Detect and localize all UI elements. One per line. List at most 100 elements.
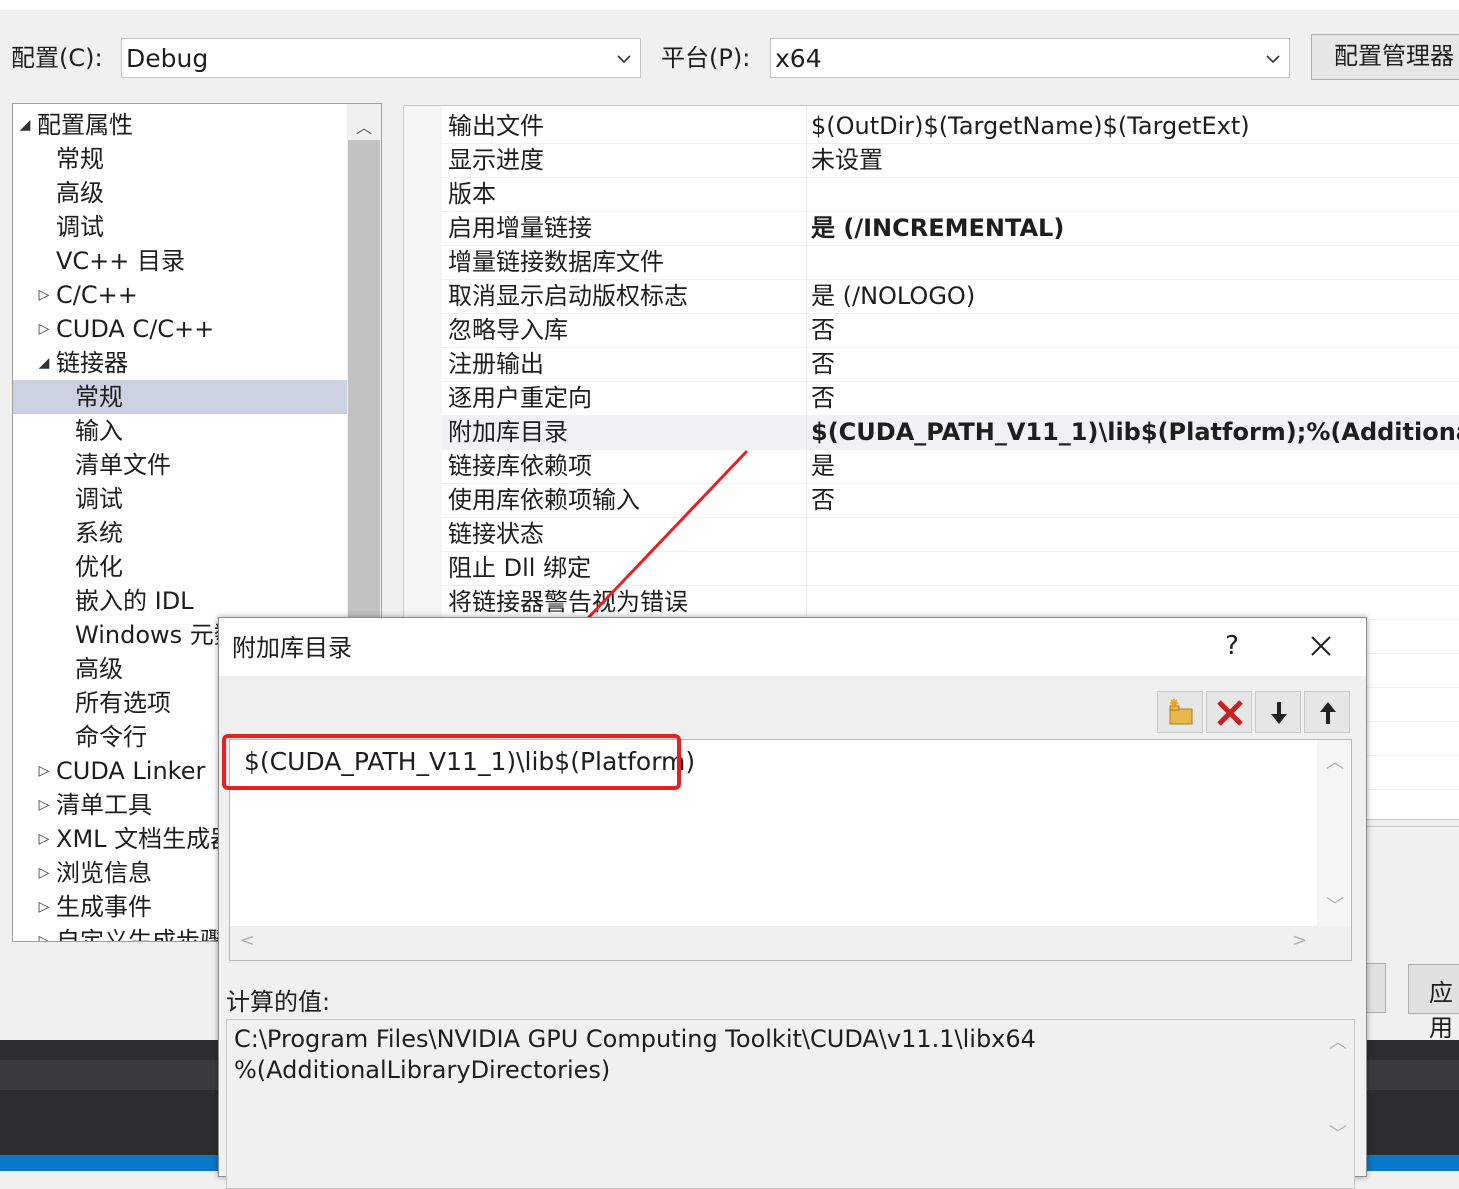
delete-button[interactable]: [1206, 691, 1252, 733]
property-name: 附加库目录: [448, 418, 568, 446]
tree-item[interactable]: ▷ CUDA C/C++: [13, 312, 347, 346]
tree-item[interactable]: 常规: [13, 142, 347, 176]
scroll-left-icon[interactable]: <: [240, 930, 255, 951]
tree-item-label: 浏览信息: [56, 859, 152, 887]
delete-icon: [1217, 700, 1243, 726]
tree-item[interactable]: 优化: [13, 550, 347, 584]
tree-item-label: 链接器: [56, 349, 128, 377]
tree-item[interactable]: 系统: [13, 516, 347, 550]
new-line-button[interactable]: [1157, 691, 1203, 733]
expanded-arrow-icon[interactable]: ◢: [37, 346, 51, 380]
apply-label: 应用: [1429, 979, 1453, 1042]
tree-item[interactable]: 高级: [13, 176, 347, 210]
scroll-down-icon[interactable]: ﹀: [1326, 892, 1344, 918]
property-name: 将链接器警告视为错误: [448, 588, 688, 616]
arrow-down-icon: [1271, 702, 1287, 724]
expanded-arrow-icon[interactable]: ◢: [18, 108, 32, 142]
property-value[interactable]: 否: [811, 313, 835, 347]
scroll-up-icon[interactable]: ︿: [356, 114, 372, 138]
tree-item[interactable]: 嵌入的 IDL: [13, 584, 347, 618]
property-value[interactable]: 否: [811, 381, 835, 415]
tree-item[interactable]: ◢ 链接器: [13, 346, 347, 380]
configuration-manager-button[interactable]: 配置管理器: [1311, 34, 1459, 80]
collapsed-arrow-icon[interactable]: ▷: [37, 890, 51, 924]
tree-item-label: 生成事件: [56, 893, 152, 921]
tree-item[interactable]: 清单文件: [13, 448, 347, 482]
property-row[interactable]: 附加库目录 $(CUDA_PATH_V11_1)\lib$(Platform);%…: [442, 415, 1459, 450]
calc-line: %(AdditionalLibraryDirectories): [234, 1056, 611, 1084]
tree-item[interactable]: 调试: [13, 210, 347, 244]
property-value[interactable]: 未设置: [811, 143, 883, 177]
annotation-highlight: [222, 734, 681, 790]
property-value[interactable]: $(OutDir)$(TargetName)$(TargetExt): [811, 109, 1250, 143]
property-row[interactable]: 版本: [442, 177, 1459, 212]
tree-item-label: 优化: [75, 553, 123, 581]
property-name: 显示进度: [448, 146, 544, 174]
close-icon: [1311, 636, 1331, 656]
move-down-button[interactable]: [1255, 691, 1301, 733]
config-value: Debug: [126, 44, 209, 73]
config-dropdown[interactable]: Debug: [121, 38, 641, 78]
tree-item[interactable]: 输入: [13, 414, 347, 448]
property-value[interactable]: $(CUDA_PATH_V11_1)\lib$(Platform);%(Addi…: [811, 415, 1459, 449]
calc-vertical-scrollbar[interactable]: ︿ ﹀: [1320, 1020, 1354, 1150]
tree-item-label: 调试: [56, 213, 104, 241]
property-value[interactable]: 是 (/INCREMENTAL): [811, 211, 1064, 245]
help-button[interactable]: ?: [1212, 626, 1252, 666]
calc-line: C:\Program Files\NVIDIA GPU Computing To…: [234, 1025, 1036, 1053]
property-row[interactable]: 输出文件 $(OutDir)$(TargetName)$(TargetExt): [442, 109, 1459, 144]
collapsed-arrow-icon[interactable]: ▷: [37, 822, 51, 856]
property-row[interactable]: 阻止 Dll 绑定: [442, 551, 1459, 586]
property-row[interactable]: 显示进度 未设置: [442, 143, 1459, 178]
dialog-titlebar: 附加库目录 ?: [219, 618, 1366, 676]
property-row[interactable]: 使用库依赖项输入 否: [442, 483, 1459, 518]
collapsed-arrow-icon[interactable]: ▷: [37, 754, 51, 788]
property-name: 增量链接数据库文件: [448, 248, 664, 276]
additional-library-dialog: 附加库目录 ? $(CUDA_PATH_V11_1)\lib$(Platform…: [218, 617, 1367, 1189]
property-name: 链接状态: [448, 520, 544, 548]
arrow-up-icon: [1320, 702, 1336, 724]
apply-button[interactable]: 应用: [1408, 964, 1459, 1042]
tree-item-label: 常规: [56, 145, 104, 173]
tree-scroll-thumb[interactable]: [348, 140, 380, 700]
property-name: 链接库依赖项: [448, 452, 592, 480]
property-value[interactable]: 否: [811, 483, 835, 517]
property-row[interactable]: 增量链接数据库文件: [442, 245, 1459, 280]
property-row[interactable]: 将链接器警告视为错误: [442, 585, 1459, 620]
directory-list[interactable]: $(CUDA_PATH_V11_1)\lib$(Platform) ︿ ﹀ < …: [222, 734, 1352, 961]
property-value[interactable]: 否: [811, 347, 835, 381]
property-name: 版本: [448, 180, 496, 208]
property-row[interactable]: 逐用户重定向 否: [442, 381, 1459, 416]
scroll-down-icon[interactable]: ﹀: [1329, 1120, 1347, 1146]
ok-button[interactable]: [1366, 963, 1386, 1013]
collapsed-arrow-icon[interactable]: ▷: [37, 924, 51, 941]
collapsed-arrow-icon[interactable]: ▷: [37, 312, 51, 346]
tree-item-label: XML 文档生成器: [56, 825, 235, 853]
tree-item[interactable]: VC++ 目录: [13, 244, 347, 278]
platform-dropdown[interactable]: x64: [770, 38, 1290, 78]
list-horizontal-scrollbar[interactable]: < >: [230, 926, 1351, 960]
move-up-button[interactable]: [1304, 691, 1350, 733]
list-vertical-scrollbar[interactable]: ︿ ﹀: [1317, 740, 1351, 927]
property-row[interactable]: 取消显示启动版权标志 是 (/NOLOGO): [442, 279, 1459, 314]
collapsed-arrow-icon[interactable]: ▷: [37, 856, 51, 890]
property-row[interactable]: 链接库依赖项 是: [442, 449, 1459, 484]
close-button[interactable]: [1301, 626, 1341, 666]
tree-item[interactable]: 常规: [13, 380, 347, 414]
property-value[interactable]: 是 (/NOLOGO): [811, 279, 975, 313]
directory-entry[interactable]: $(CUDA_PATH_V11_1)\lib$(Platform): [222, 734, 695, 790]
scroll-right-icon[interactable]: >: [1292, 930, 1307, 951]
tree-item-label: 常规: [75, 383, 123, 411]
collapsed-arrow-icon[interactable]: ▷: [37, 788, 51, 822]
property-row[interactable]: 链接状态: [442, 517, 1459, 552]
property-row[interactable]: 忽略导入库 否: [442, 313, 1459, 348]
property-row[interactable]: 启用增量链接 是 (/INCREMENTAL): [442, 211, 1459, 246]
property-row[interactable]: 注册输出 否: [442, 347, 1459, 382]
tree-item[interactable]: 调试: [13, 482, 347, 516]
scroll-up-icon[interactable]: ︿: [1326, 748, 1344, 774]
property-value[interactable]: 是: [811, 449, 835, 483]
tree-item[interactable]: ◢ 配置属性: [13, 108, 347, 142]
scroll-up-icon[interactable]: ︿: [1329, 1028, 1347, 1054]
tree-item[interactable]: ▷ C/C++: [13, 278, 347, 312]
collapsed-arrow-icon[interactable]: ▷: [37, 278, 51, 312]
